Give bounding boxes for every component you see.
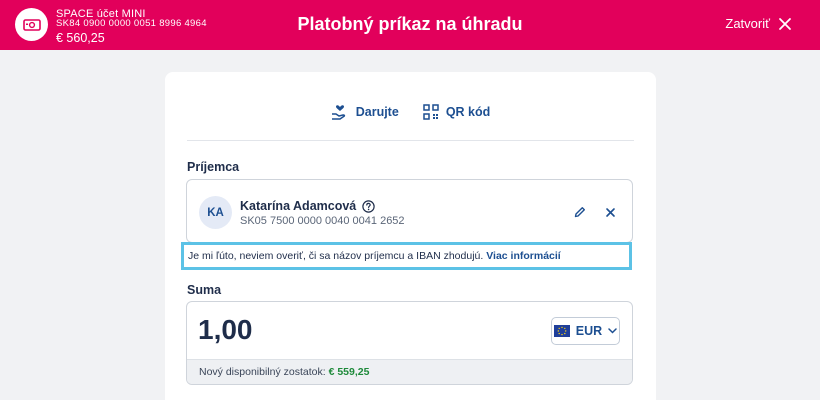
remove-recipient-button[interactable]: [605, 205, 616, 223]
verification-warning: Je mi ľúto, neviem overiť, či sa názov p…: [181, 242, 632, 270]
recipient-iban: SK05 7500 0000 0040 0041 2652: [240, 215, 405, 227]
payment-options: Darujte QR kód: [165, 104, 656, 120]
amount-box: 1,00 EUR Nový disponibilný zostatok: € 5…: [186, 301, 633, 385]
donate-hand-icon: [331, 105, 345, 120]
header-bar: SPACE účet MINI SK84 0900 0000 0051 8996…: [0, 0, 820, 50]
donate-label: Darujte: [355, 105, 399, 119]
currency-label: EUR: [575, 324, 603, 338]
eu-flag-icon: [553, 325, 570, 337]
divider: [187, 140, 634, 141]
recipient-name: Katarína Adamcová: [240, 199, 357, 213]
recipient-box: KA Katarína Adamcová SK05 7500 0000 0040…: [186, 179, 633, 243]
donate-button[interactable]: Darujte: [331, 104, 399, 120]
available-value: € 559,25: [328, 366, 370, 378]
edit-recipient-button[interactable]: [574, 205, 586, 223]
close-icon: [606, 208, 615, 217]
close-button[interactable]: Zatvoriť: [725, 16, 792, 31]
payment-card: Darujte QR kód Príjemca KA Katarína Adam…: [165, 72, 656, 400]
amount-label: Suma: [187, 283, 222, 297]
account-icon[interactable]: [15, 8, 48, 41]
chevron-down-icon: [608, 328, 617, 334]
qr-code-icon: [423, 104, 439, 120]
qr-code-button[interactable]: QR kód: [423, 104, 490, 120]
pencil-icon: [574, 207, 585, 218]
recipient-name-row: Katarína Adamcová: [240, 199, 375, 213]
amount-input[interactable]: 1,00: [198, 314, 253, 346]
available-balance: Nový disponibilný zostatok: € 559,25: [187, 359, 632, 384]
warning-text: Je mi ľúto, neviem overiť, či sa názov p…: [188, 250, 484, 262]
more-info-link[interactable]: Viac informácií: [486, 250, 561, 262]
qr-code-label: QR kód: [445, 105, 491, 119]
account-iban: SK84 0900 0000 0051 8996 4964: [56, 18, 207, 29]
account-balance: € 560,25: [56, 31, 105, 45]
currency-select[interactable]: EUR: [551, 317, 620, 345]
avatar: KA: [199, 196, 232, 229]
close-icon: [779, 17, 791, 30]
available-label: Nový disponibilný zostatok:: [199, 366, 326, 378]
close-label: Zatvoriť: [725, 16, 770, 31]
recipient-label: Príjemca: [187, 160, 240, 174]
wallet-icon: [22, 18, 41, 31]
help-icon[interactable]: [362, 199, 375, 213]
